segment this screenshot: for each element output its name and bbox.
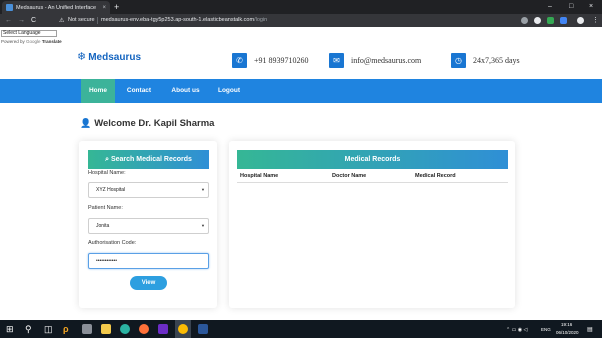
maximize-button[interactable]: □ xyxy=(569,1,573,13)
address-bar: ← → C ⚠ Not secure medsaurus-env.eba-tgy… xyxy=(0,14,602,27)
firefox-icon[interactable] xyxy=(139,324,149,334)
dropdown-arrow-icon: ▼ xyxy=(201,223,205,228)
minimize-button[interactable]: – xyxy=(548,1,552,13)
search-records-header: ⌕ Search Medical Records xyxy=(88,150,209,169)
snowflake-logo-icon: ❄ xyxy=(77,51,87,63)
email-contact: ✉ info@medsaurus.com xyxy=(329,53,421,68)
translate-link[interactable]: Translate xyxy=(42,39,62,44)
email-address: info@medsaurus.com xyxy=(351,56,422,65)
search-app-icon[interactable]: ρ xyxy=(63,324,69,334)
authorisation-code-input[interactable]: •••••••••••• xyxy=(88,253,209,269)
dropdown-arrow-icon: ▼ xyxy=(201,187,205,192)
url-path: /login xyxy=(254,17,268,23)
back-button[interactable]: ← xyxy=(5,14,12,27)
warning-icon[interactable]: ⚠ xyxy=(59,17,64,24)
welcome-text: Welcome Dr. Kapil Sharma xyxy=(94,118,215,129)
user-icon: 👤 xyxy=(80,118,92,128)
search-records-title: Search Medical Records xyxy=(110,156,192,163)
nav-contact[interactable]: Contact xyxy=(121,79,157,103)
browser-menu-icon[interactable]: ⋮ xyxy=(592,14,599,27)
url-field[interactable]: medsaurus-env.eba-tgy5p253.ap-south-1.el… xyxy=(101,14,267,27)
table-header-divider xyxy=(237,182,508,183)
column-doctor-name: Doctor Name xyxy=(332,173,367,179)
column-hospital-name: Hospital Name xyxy=(240,173,279,179)
column-medical-record: Medical Record xyxy=(415,173,456,179)
hospital-name-select[interactable]: XYZ Hospital ▼ xyxy=(88,182,209,198)
not-secure-label[interactable]: Not secure xyxy=(68,14,95,27)
google-logo: Google xyxy=(26,39,41,44)
word-icon[interactable] xyxy=(198,324,208,334)
brand-name: Medsaurus xyxy=(88,52,142,63)
nav-logout[interactable]: Logout xyxy=(213,79,245,103)
edge-icon[interactable] xyxy=(120,324,130,334)
reload-button[interactable]: C xyxy=(31,14,36,27)
powered-by-label: Powered by xyxy=(1,39,25,44)
patient-name-select[interactable]: Jonita ▼ xyxy=(88,218,209,234)
search-icon[interactable]: ⚲ xyxy=(25,324,32,334)
extension-icon[interactable] xyxy=(560,17,567,24)
extension-icon[interactable] xyxy=(534,17,541,24)
clock-time[interactable]: 19:16 xyxy=(561,322,572,327)
file-explorer-icon[interactable] xyxy=(101,324,111,334)
chrome-icon[interactable] xyxy=(178,324,188,334)
notification-icon[interactable]: ▤ xyxy=(587,326,593,333)
powered-by-google-translate: Powered by Google Translate xyxy=(1,39,62,44)
nav-home[interactable]: Home xyxy=(81,79,115,103)
welcome-heading: 👤 Welcome Dr. Kapil Sharma xyxy=(80,118,214,129)
language-indicator[interactable]: ENG xyxy=(541,327,551,332)
service-hours: 24x7,365 days xyxy=(473,56,520,65)
hospital-name-label: Hospital Name: xyxy=(88,170,126,176)
phone-icon: ✆ xyxy=(232,53,247,68)
authorisation-code-value: •••••••••••• xyxy=(96,258,118,264)
nav-about-us[interactable]: About us xyxy=(166,79,205,103)
windows-start-icon[interactable]: ⊞ xyxy=(6,324,14,334)
task-view-icon[interactable]: ◫ xyxy=(44,324,53,334)
site-logo[interactable]: ❄ Medsaurus xyxy=(77,51,142,64)
extension-icon[interactable] xyxy=(521,17,528,24)
new-tab-button[interactable]: + xyxy=(114,1,119,13)
view-button[interactable]: View xyxy=(130,276,167,290)
search-icon: ⌕ xyxy=(105,156,110,163)
authorisation-code-label: Authorisation Code: xyxy=(88,240,137,246)
app-icon[interactable] xyxy=(82,324,92,334)
patient-name-label: Patient Name: xyxy=(88,205,123,211)
clock-date[interactable]: 06/10/2020 xyxy=(556,330,579,335)
browser-tab-strip: Medsaurus - An Unified Interface × + – □… xyxy=(0,0,602,14)
phone-number: +91 8939710260 xyxy=(254,56,309,65)
main-navbar: Home Contact About us Logout xyxy=(0,79,602,103)
site-favicon-icon xyxy=(6,4,13,11)
phone-contact: ✆ +91 8939710260 xyxy=(232,53,309,68)
extension-icon[interactable] xyxy=(547,17,554,24)
hours-contact: ◷ 24x7,365 days xyxy=(451,53,520,68)
browser-tab[interactable]: Medsaurus - An Unified Interface × xyxy=(2,1,110,14)
language-select[interactable]: Select Language xyxy=(1,30,57,37)
app-icon[interactable] xyxy=(158,324,168,334)
hospital-name-value: XYZ Hospital xyxy=(96,187,126,193)
url-host: medsaurus-env.eba-tgy5p253.ap-south-1.el… xyxy=(101,17,255,23)
profile-avatar-icon[interactable] xyxy=(577,17,584,24)
tab-title: Medsaurus - An Unified Interface xyxy=(16,4,97,11)
forward-button[interactable]: → xyxy=(18,14,25,27)
medical-records-header: Medical Records xyxy=(237,150,508,169)
tab-close-icon[interactable]: × xyxy=(102,5,106,11)
address-divider xyxy=(97,17,98,24)
system-tray-icons[interactable]: ⌃ ▭ ◉ ◁ xyxy=(506,327,527,333)
envelope-icon: ✉ xyxy=(329,53,344,68)
patient-name-value: Jonita xyxy=(96,223,110,229)
close-window-button[interactable]: × xyxy=(589,1,593,13)
clock-icon: ◷ xyxy=(451,53,466,68)
